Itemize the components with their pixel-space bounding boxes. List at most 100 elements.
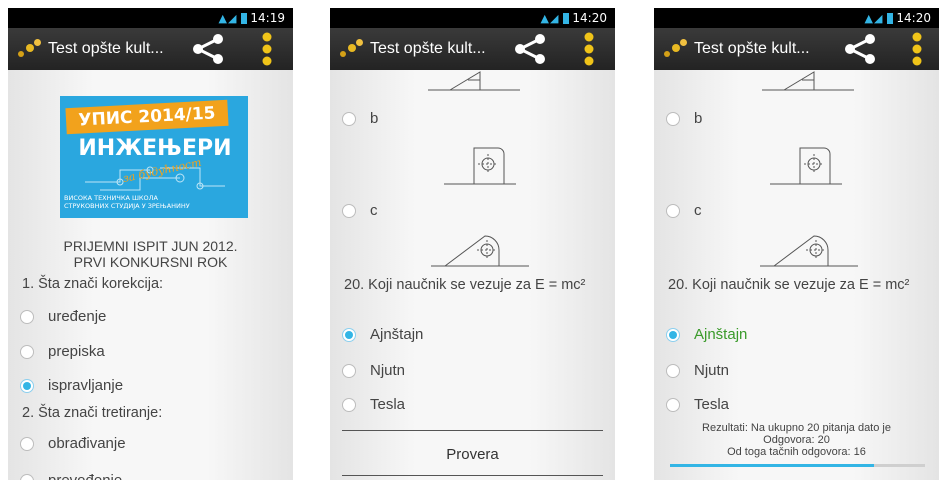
- technical-drawing-c: [760, 235, 858, 267]
- banner-title: ИНЖЕЊЕРИ: [78, 136, 232, 161]
- radio-button[interactable]: [666, 397, 680, 412]
- technical-drawing-a: [428, 71, 520, 91]
- share-icon[interactable]: [842, 33, 878, 65]
- q2-option-2[interactable]: prevođenje: [20, 472, 122, 480]
- status-bar: ▲◢ 14:20: [654, 8, 939, 28]
- radio-button[interactable]: [20, 473, 34, 480]
- option-c[interactable]: c: [666, 202, 702, 219]
- results-summary: Rezultati: Na ukupno 20 pitanja dato je …: [654, 422, 939, 458]
- battery-icon: [563, 12, 570, 24]
- q1-option-2[interactable]: prepiska: [20, 343, 105, 360]
- radio-button[interactable]: [342, 111, 356, 126]
- option-label: obrađivanje: [48, 435, 126, 452]
- signal-icon: ▲◢: [864, 11, 884, 25]
- signal-icon: ▲◢: [218, 11, 238, 25]
- status-bar: ▲◢ 14:19: [8, 8, 293, 28]
- option-label: Tesla: [370, 396, 406, 413]
- phone-screen-3: ▲◢ 14:20 Test opšte kult... b c 20. Koji…: [654, 8, 939, 480]
- banner-tag: УПИС 2014/15: [65, 99, 229, 135]
- action-bar: Test opšte kult...: [654, 28, 939, 70]
- phone-screen-1: ▲◢ 14:19 Test opšte kult... УПИС 2014/15…: [8, 8, 293, 480]
- overflow-menu-icon[interactable]: [260, 32, 274, 66]
- option-label: Njutn: [694, 362, 730, 379]
- banner-school-line-2: СТРУКОВНИХ СТУДИЈА У ЗРЕЊАНИНУ: [64, 202, 190, 210]
- question-1: 1. Šta znači korekcija:: [22, 276, 164, 292]
- radio-button[interactable]: [342, 397, 356, 412]
- quiz-content[interactable]: УПИС 2014/15 ИНЖЕЊЕРИ за будућност ВИСОК…: [8, 70, 293, 480]
- option-label: prepiska: [48, 343, 105, 360]
- q20-option-1-correct[interactable]: Ajnštajn: [666, 326, 747, 343]
- status-time: 14:20: [572, 11, 607, 25]
- radio-button-selected[interactable]: [20, 378, 34, 393]
- app-logo-icon[interactable]: [338, 37, 366, 61]
- app-title: Test opšte kult...: [370, 40, 486, 57]
- q20-option-3[interactable]: Tesla: [342, 396, 405, 413]
- share-icon[interactable]: [512, 33, 548, 65]
- option-label: b: [370, 110, 379, 127]
- q20-option-3[interactable]: Tesla: [666, 396, 729, 413]
- q1-option-1[interactable]: uređenje: [20, 308, 106, 325]
- radio-button[interactable]: [20, 436, 34, 451]
- technical-drawing-c: [431, 235, 529, 267]
- enrollment-banner-image: УПИС 2014/15 ИНЖЕЊЕРИ за будућност ВИСОК…: [60, 96, 248, 218]
- divider: [342, 430, 603, 431]
- question-2: 2. Šta znači tretiranje:: [22, 405, 163, 421]
- banner-school: ВИСОКА ТЕХНИЧКА ШКОЛА СТРУКОВНИХ СТУДИЈА…: [64, 194, 190, 210]
- radio-button[interactable]: [342, 363, 356, 378]
- action-bar: Test opšte kult...: [330, 28, 615, 70]
- radio-button-selected[interactable]: [666, 327, 680, 342]
- q20-option-2[interactable]: Njutn: [666, 362, 729, 379]
- option-label: c: [694, 202, 702, 219]
- results-line-2: Odgovora: 20: [763, 434, 830, 446]
- q2-option-1[interactable]: obrađivanje: [20, 435, 126, 452]
- check-button[interactable]: Provera: [330, 446, 615, 463]
- score-progress-bar: [670, 464, 925, 467]
- phone-screen-2: ▲◢ 14:20 Test opšte kult... b c 20. Koji…: [330, 8, 615, 480]
- app-logo-icon[interactable]: [16, 37, 44, 61]
- status-time: 14:20: [896, 11, 931, 25]
- status-time: 14:19: [250, 11, 285, 25]
- results-line-1: Rezultati: Na ukupno 20 pitanja dato je: [702, 422, 891, 434]
- q20-option-2[interactable]: Njutn: [342, 362, 405, 379]
- battery-icon: [887, 12, 894, 24]
- radio-button-selected[interactable]: [342, 327, 356, 342]
- option-label: c: [370, 202, 378, 219]
- divider: [342, 475, 603, 476]
- radio-button[interactable]: [20, 309, 34, 324]
- technical-drawing-a: [762, 71, 854, 91]
- overflow-menu-icon[interactable]: [582, 32, 596, 66]
- quiz-content[interactable]: b c 20. Koji naučnik se vezuje za E = mc…: [330, 70, 615, 480]
- exam-heading-line-2: PRVI KONKURSNI ROK: [73, 254, 228, 270]
- option-label: Njutn: [370, 362, 406, 379]
- app-title: Test opšte kult...: [48, 40, 164, 57]
- app-title: Test opšte kult...: [694, 40, 810, 57]
- option-c[interactable]: c: [342, 202, 378, 219]
- option-b[interactable]: b: [666, 110, 702, 127]
- radio-button[interactable]: [20, 344, 34, 359]
- option-label: ispravljanje: [48, 377, 124, 394]
- radio-button[interactable]: [666, 363, 680, 378]
- overflow-menu-icon[interactable]: [910, 32, 924, 66]
- option-label: b: [694, 110, 703, 127]
- option-b[interactable]: b: [342, 110, 378, 127]
- quiz-content[interactable]: b c 20. Koji naučnik se vezuje za E = mc…: [654, 70, 939, 480]
- q20-option-1[interactable]: Ajnštajn: [342, 326, 423, 343]
- option-label: uređenje: [48, 308, 107, 325]
- q1-option-3[interactable]: ispravljanje: [20, 377, 123, 394]
- option-label: Tesla: [694, 396, 730, 413]
- option-label: Ajnštajn: [370, 326, 424, 343]
- status-bar: ▲◢ 14:20: [330, 8, 615, 28]
- radio-button[interactable]: [666, 203, 680, 218]
- exam-heading-line-1: PRIJEMNI ISPIT JUN 2012.: [63, 238, 238, 254]
- share-icon[interactable]: [190, 33, 226, 65]
- technical-drawing-b: [770, 147, 842, 185]
- signal-icon: ▲◢: [540, 11, 560, 25]
- radio-button[interactable]: [666, 111, 680, 126]
- exam-heading: PRIJEMNI ISPIT JUN 2012. PRVI KONKURSNI …: [8, 238, 293, 270]
- question-20: 20. Koji naučnik se vezuje za E = mc²: [668, 277, 910, 293]
- question-20: 20. Koji naučnik se vezuje za E = mc²: [344, 277, 586, 293]
- action-bar: Test opšte kult...: [8, 28, 293, 70]
- app-logo-icon[interactable]: [662, 37, 690, 61]
- results-line-3: Od toga tačnih odgovora: 16: [727, 446, 866, 458]
- radio-button[interactable]: [342, 203, 356, 218]
